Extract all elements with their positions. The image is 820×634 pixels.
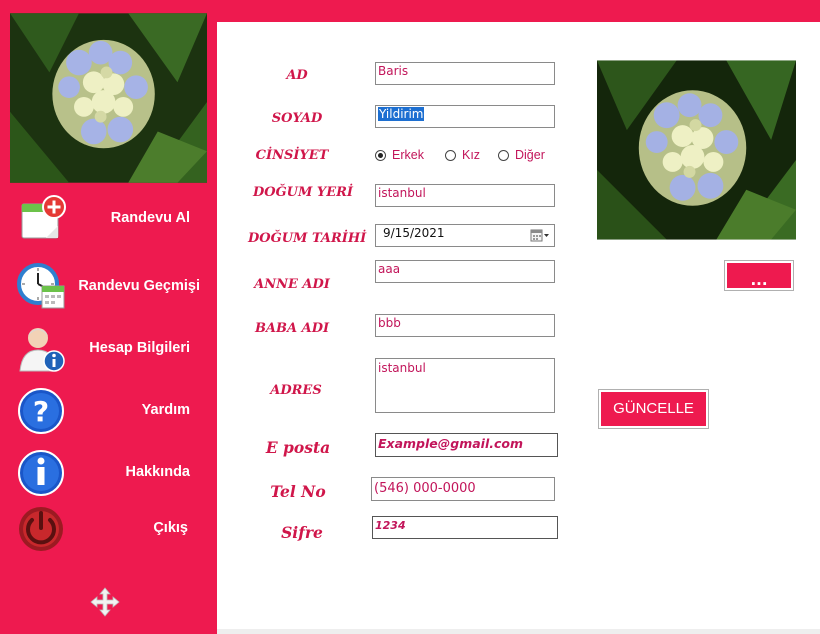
clock-calendar-icon <box>16 262 66 310</box>
label-anne-adi: ANNE ADI <box>254 277 330 292</box>
bottom-border <box>217 629 820 634</box>
dogum-tarihi-picker[interactable]: 9/15/2021 <box>375 224 555 247</box>
nav-cikis[interactable]: Çıkış <box>12 502 208 554</box>
label-ad: AD <box>286 68 308 83</box>
calendar-dropdown-icon[interactable] <box>530 228 550 246</box>
help-icon: ? <box>16 386 66 434</box>
label-eposta: E posta <box>265 438 331 457</box>
label-tel-no: Tel No <box>270 482 326 501</box>
sifre-input[interactable]: 1234 <box>372 516 558 539</box>
label-baba-adi: BABA ADI <box>254 321 330 336</box>
anne-adi-input[interactable]: aaa <box>375 260 555 283</box>
tel-no-input[interactable]: (546) 000-0000 <box>371 477 555 501</box>
eposta-value: Example@gmail.com <box>378 436 524 451</box>
radio-dot-erkek <box>375 149 386 161</box>
radio-label-erkek: Erkek <box>392 148 424 162</box>
label-adres: ADRES <box>270 383 322 398</box>
ad-input[interactable]: Baris <box>375 62 555 85</box>
radio-erkek[interactable]: Erkek <box>375 147 424 163</box>
label-dogum-tarihi: DOĞUM TARİHİ <box>248 231 367 246</box>
profile-photo <box>597 60 796 240</box>
nav-yardim[interactable]: ? Yardım <box>12 384 208 436</box>
dogum-tarihi-value: 9/15/2021 <box>383 226 445 240</box>
radio-kiz[interactable]: Kız <box>445 147 480 163</box>
move-icon[interactable] <box>89 587 121 617</box>
power-icon <box>16 504 66 552</box>
soyad-value: Yildirim <box>378 107 425 121</box>
nav-randevu-al[interactable]: Randevu Al <box>12 192 208 244</box>
label-sifre: Sifre <box>281 523 323 542</box>
label-cinsiyet: CİNSİYET <box>255 148 329 163</box>
nav-label-yardim: Yardım <box>141 402 190 418</box>
radio-label-diger: Diğer <box>515 148 545 162</box>
baba-adi-input[interactable]: bbb <box>375 314 555 337</box>
nav-label-randevu-al: Randevu Al <box>110 210 190 226</box>
calendar-add-icon <box>16 194 66 242</box>
nav-label-randevu-gecmisi: Randevu Geçmişi <box>78 278 200 294</box>
radio-label-kiz: Kız <box>462 148 481 162</box>
radio-dot-diger <box>498 149 509 161</box>
dogum-yeri-value: istanbul <box>378 186 426 200</box>
baba-adi-value: bbb <box>378 316 401 330</box>
nav-label-hakkinda: Hakkında <box>125 464 190 480</box>
soyad-input[interactable]: Yildirim <box>375 105 555 128</box>
adres-value: istanbul <box>378 361 426 375</box>
radio-dot-kiz <box>445 149 456 161</box>
eposta-input[interactable]: Example@gmail.com <box>375 433 558 457</box>
adres-textarea[interactable]: istanbul <box>375 358 555 413</box>
user-info-icon <box>16 324 66 372</box>
info-icon <box>16 448 66 496</box>
nav-randevu-gecmisi[interactable]: Randevu Geçmişi <box>12 260 208 312</box>
update-button[interactable]: GÜNCELLE <box>598 389 709 429</box>
dogum-yeri-input[interactable]: istanbul <box>375 184 555 207</box>
radio-diger[interactable]: Diğer <box>498 147 545 163</box>
tel-no-value: (546) 000-0000 <box>374 481 476 496</box>
svg-text:?: ? <box>33 395 49 428</box>
ad-value: Baris <box>378 64 409 78</box>
profile-photo-sidebar <box>10 12 207 184</box>
nav-label-cikis: Çıkış <box>153 520 188 536</box>
nav-label-hesap-bilgileri: Hesap Bilgileri <box>89 340 190 356</box>
sifre-value: 1234 <box>375 519 406 532</box>
label-soyad: SOYAD <box>271 111 323 126</box>
label-dogum-yeri: DOĞUM YERİ <box>252 185 354 200</box>
browse-photo-button[interactable]: ... <box>724 260 794 291</box>
anne-adi-value: aaa <box>378 262 401 276</box>
nav-hesap-bilgileri[interactable]: Hesap Bilgileri <box>12 322 208 374</box>
nav-hakkinda[interactable]: Hakkında <box>12 446 208 498</box>
